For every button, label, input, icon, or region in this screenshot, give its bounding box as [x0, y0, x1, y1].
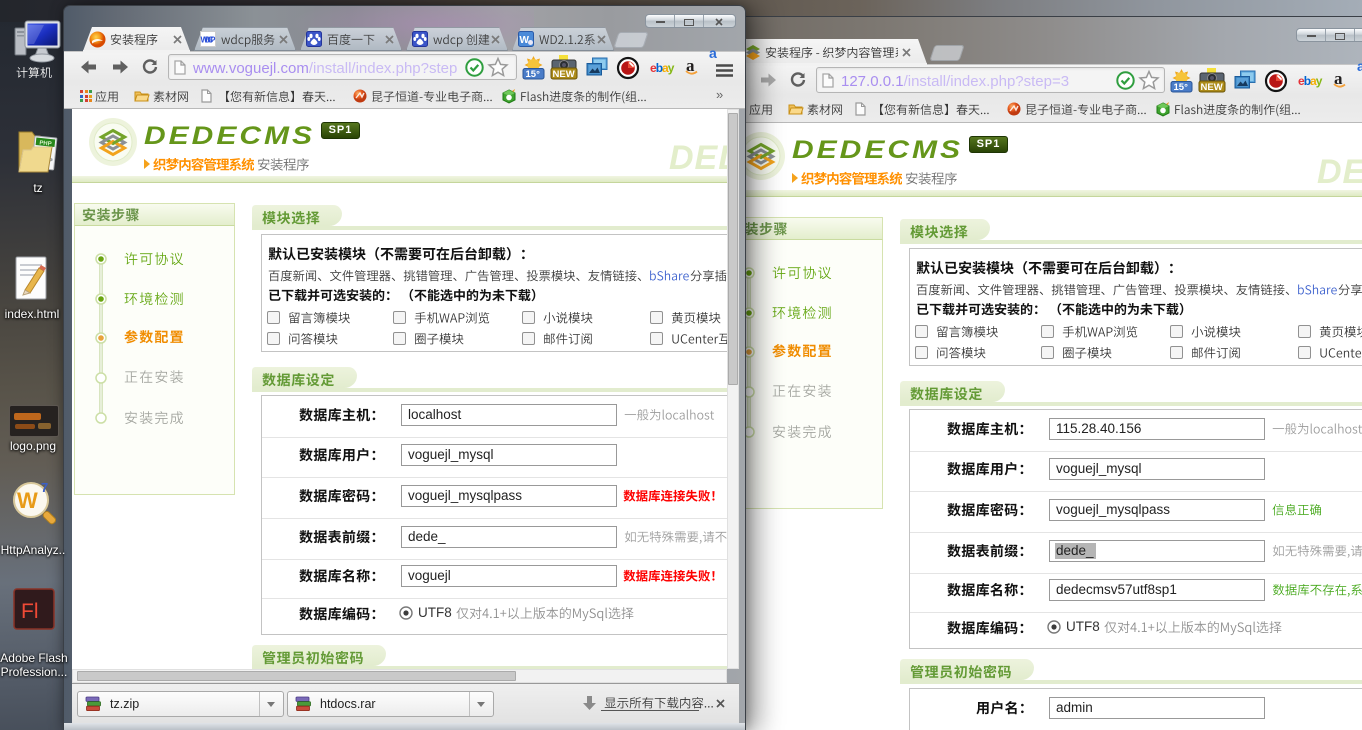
svg-text:W: W — [17, 488, 38, 513]
svg-text:15°: 15° — [1174, 82, 1189, 93]
svg-text:15°: 15° — [526, 69, 541, 80]
svg-text:WDCP: WDCP — [201, 36, 217, 45]
svg-text:NEW: NEW — [1201, 82, 1223, 93]
svg-text:7: 7 — [41, 480, 48, 495]
svg-text:Fl: Fl — [21, 600, 39, 623]
svg-text:W: W — [520, 35, 530, 46]
svg-text:NEW: NEW — [553, 69, 575, 80]
